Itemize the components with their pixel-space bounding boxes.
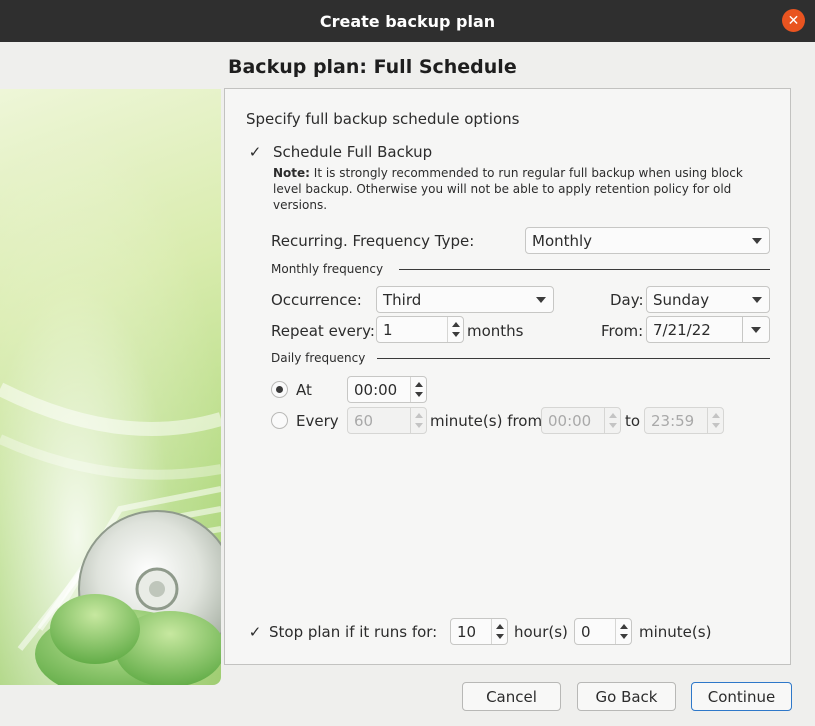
intro-text: Specify full backup schedule options <box>246 110 520 128</box>
stop-hours-value: 10 <box>457 622 477 641</box>
date-picker-button[interactable] <box>742 316 770 343</box>
day-value: Sunday <box>653 290 710 309</box>
title-bar: Create backup plan ✕ <box>0 0 815 42</box>
every-minutes-value: 60 <box>354 411 374 430</box>
chevron-down-icon <box>752 297 762 303</box>
chevron-down-icon <box>536 297 546 303</box>
minutes-from-label: minute(s) from <box>430 412 543 430</box>
spin-up-icon <box>415 413 423 418</box>
to-label: to <box>625 412 641 430</box>
spin-up-icon <box>620 624 628 629</box>
every-label: Every <box>296 412 339 430</box>
spin-down-icon <box>452 332 460 337</box>
from-label: From: <box>601 322 644 340</box>
from-date-field[interactable]: 7/21/22 <box>646 316 743 343</box>
frequency-type-select[interactable]: Monthly <box>525 227 770 254</box>
spin-buttons[interactable] <box>410 377 426 402</box>
stop-plan-label: Stop plan if it runs for: <box>269 623 438 641</box>
spin-up-icon <box>496 624 504 629</box>
spin-buttons[interactable] <box>615 619 631 644</box>
checkmark-icon: ✓ <box>248 143 262 161</box>
day-label: Day: <box>610 291 644 309</box>
disc-cloud-illustration <box>0 89 221 685</box>
group-divider <box>399 269 770 270</box>
from-time-spinbox[interactable]: 00:00 <box>541 407 621 434</box>
checkmark-icon: ✓ <box>248 623 262 641</box>
stop-plan-checkbox[interactable]: ✓ <box>247 623 263 641</box>
spin-up-icon <box>609 413 617 418</box>
spin-down-icon <box>609 423 617 428</box>
stop-hours-spinbox[interactable]: 10 <box>450 618 508 645</box>
spin-buttons[interactable] <box>491 619 507 644</box>
repeat-every-value: 1 <box>383 320 393 339</box>
stop-minutes-value: 0 <box>581 622 591 641</box>
chevron-down-icon <box>751 327 761 333</box>
occurrence-value: Third <box>383 290 422 309</box>
close-icon: ✕ <box>787 12 800 29</box>
day-select[interactable]: Sunday <box>646 286 770 313</box>
every-radio[interactable] <box>271 412 288 429</box>
to-time-value: 23:59 <box>651 411 695 430</box>
frequency-type-label: Recurring. Frequency Type: <box>271 232 475 250</box>
note-prefix: Note: <box>273 166 310 180</box>
at-time-spinbox[interactable]: 00:00 <box>347 376 427 403</box>
spin-up-icon <box>712 413 720 418</box>
minutes-unit-label: minute(s) <box>639 623 712 641</box>
window-title: Create backup plan <box>319 11 496 31</box>
from-date-value: 7/21/22 <box>653 320 711 339</box>
spin-down-icon <box>415 392 423 397</box>
note-text: Note: It is strongly recommended to run … <box>273 165 773 213</box>
go-back-button[interactable]: Go Back <box>577 682 676 711</box>
cancel-button[interactable]: Cancel <box>462 682 561 711</box>
stop-minutes-spinbox[interactable]: 0 <box>574 618 632 645</box>
frequency-type-value: Monthly <box>532 231 593 250</box>
spin-up-icon <box>415 382 423 387</box>
chevron-down-icon <box>752 238 762 244</box>
spin-buttons[interactable] <box>447 317 463 342</box>
at-radio[interactable] <box>271 381 288 398</box>
repeat-unit-label: months <box>467 322 524 340</box>
close-button[interactable]: ✕ <box>782 9 805 32</box>
at-label: At <box>296 381 312 399</box>
note-body: It is strongly recommended to run regula… <box>273 166 743 212</box>
from-time-value: 00:00 <box>548 411 592 430</box>
spin-buttons[interactable] <box>604 408 620 433</box>
schedule-panel: Specify full backup schedule options ✓ S… <box>224 88 791 665</box>
daily-frequency-group-label: Daily frequency <box>271 351 366 365</box>
occurrence-select[interactable]: Third <box>376 286 554 313</box>
schedule-full-backup-label: Schedule Full Backup <box>273 143 433 161</box>
spin-down-icon <box>712 423 720 428</box>
repeat-every-spinbox[interactable]: 1 <box>376 316 464 343</box>
spin-buttons[interactable] <box>707 408 723 433</box>
spin-down-icon <box>620 634 628 639</box>
spin-down-icon <box>415 423 423 428</box>
repeat-every-label: Repeat every: <box>271 322 375 340</box>
spin-buttons[interactable] <box>410 408 426 433</box>
group-divider <box>377 358 770 359</box>
spin-down-icon <box>496 634 504 639</box>
monthly-frequency-group-label: Monthly frequency <box>271 262 384 276</box>
wizard-side-illustration <box>0 89 221 685</box>
at-time-value: 00:00 <box>354 380 398 399</box>
page-title: Backup plan: Full Schedule <box>228 56 517 78</box>
every-minutes-spinbox[interactable]: 60 <box>347 407 427 434</box>
spin-up-icon <box>452 322 460 327</box>
hours-unit-label: hour(s) <box>514 623 568 641</box>
continue-button[interactable]: Continue <box>691 682 792 711</box>
occurrence-label: Occurrence: <box>271 291 362 309</box>
to-time-spinbox[interactable]: 23:59 <box>644 407 724 434</box>
schedule-full-backup-checkbox[interactable]: ✓ <box>247 143 263 161</box>
